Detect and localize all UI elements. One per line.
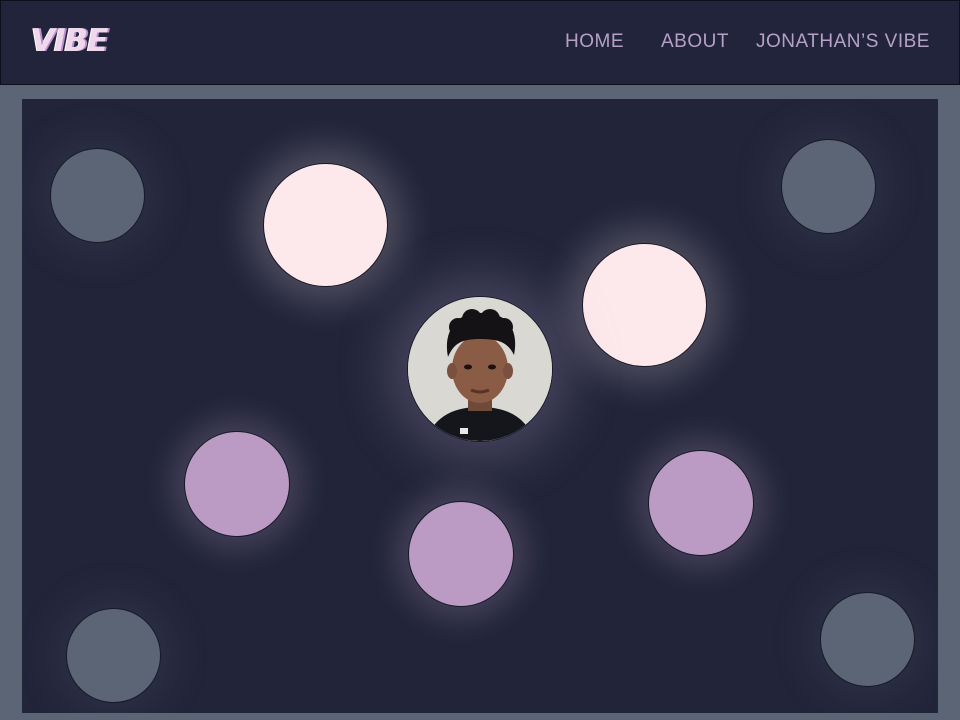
vibe-stage (22, 99, 938, 713)
profile-photo-icon (408, 297, 552, 441)
orb-lilac-right[interactable] (648, 450, 754, 556)
orb-lilac-left[interactable] (184, 431, 290, 537)
nav-jonathans-vibe-link[interactable]: JONATHAN’S VIBE (756, 31, 930, 53)
orb-lilac-center[interactable] (408, 501, 514, 607)
nav-home-link[interactable]: HOME (565, 31, 624, 53)
orb-cream-left[interactable] (263, 163, 388, 287)
orb-slate-top-right[interactable] (781, 139, 876, 234)
orb-slate-bottom-left[interactable] (66, 608, 161, 703)
nav-about-link[interactable]: ABOUT (661, 31, 729, 53)
orb-slate-bottom-right[interactable] (820, 592, 915, 687)
orb-slate-top-left[interactable] (50, 148, 145, 243)
profile-avatar[interactable] (407, 296, 553, 442)
vibe-logo[interactable]: VIBE (31, 23, 108, 59)
orb-cream-right[interactable] (582, 243, 707, 367)
top-nav-bar: VIBE HOME ABOUT JONATHAN’S VIBE (0, 0, 960, 85)
